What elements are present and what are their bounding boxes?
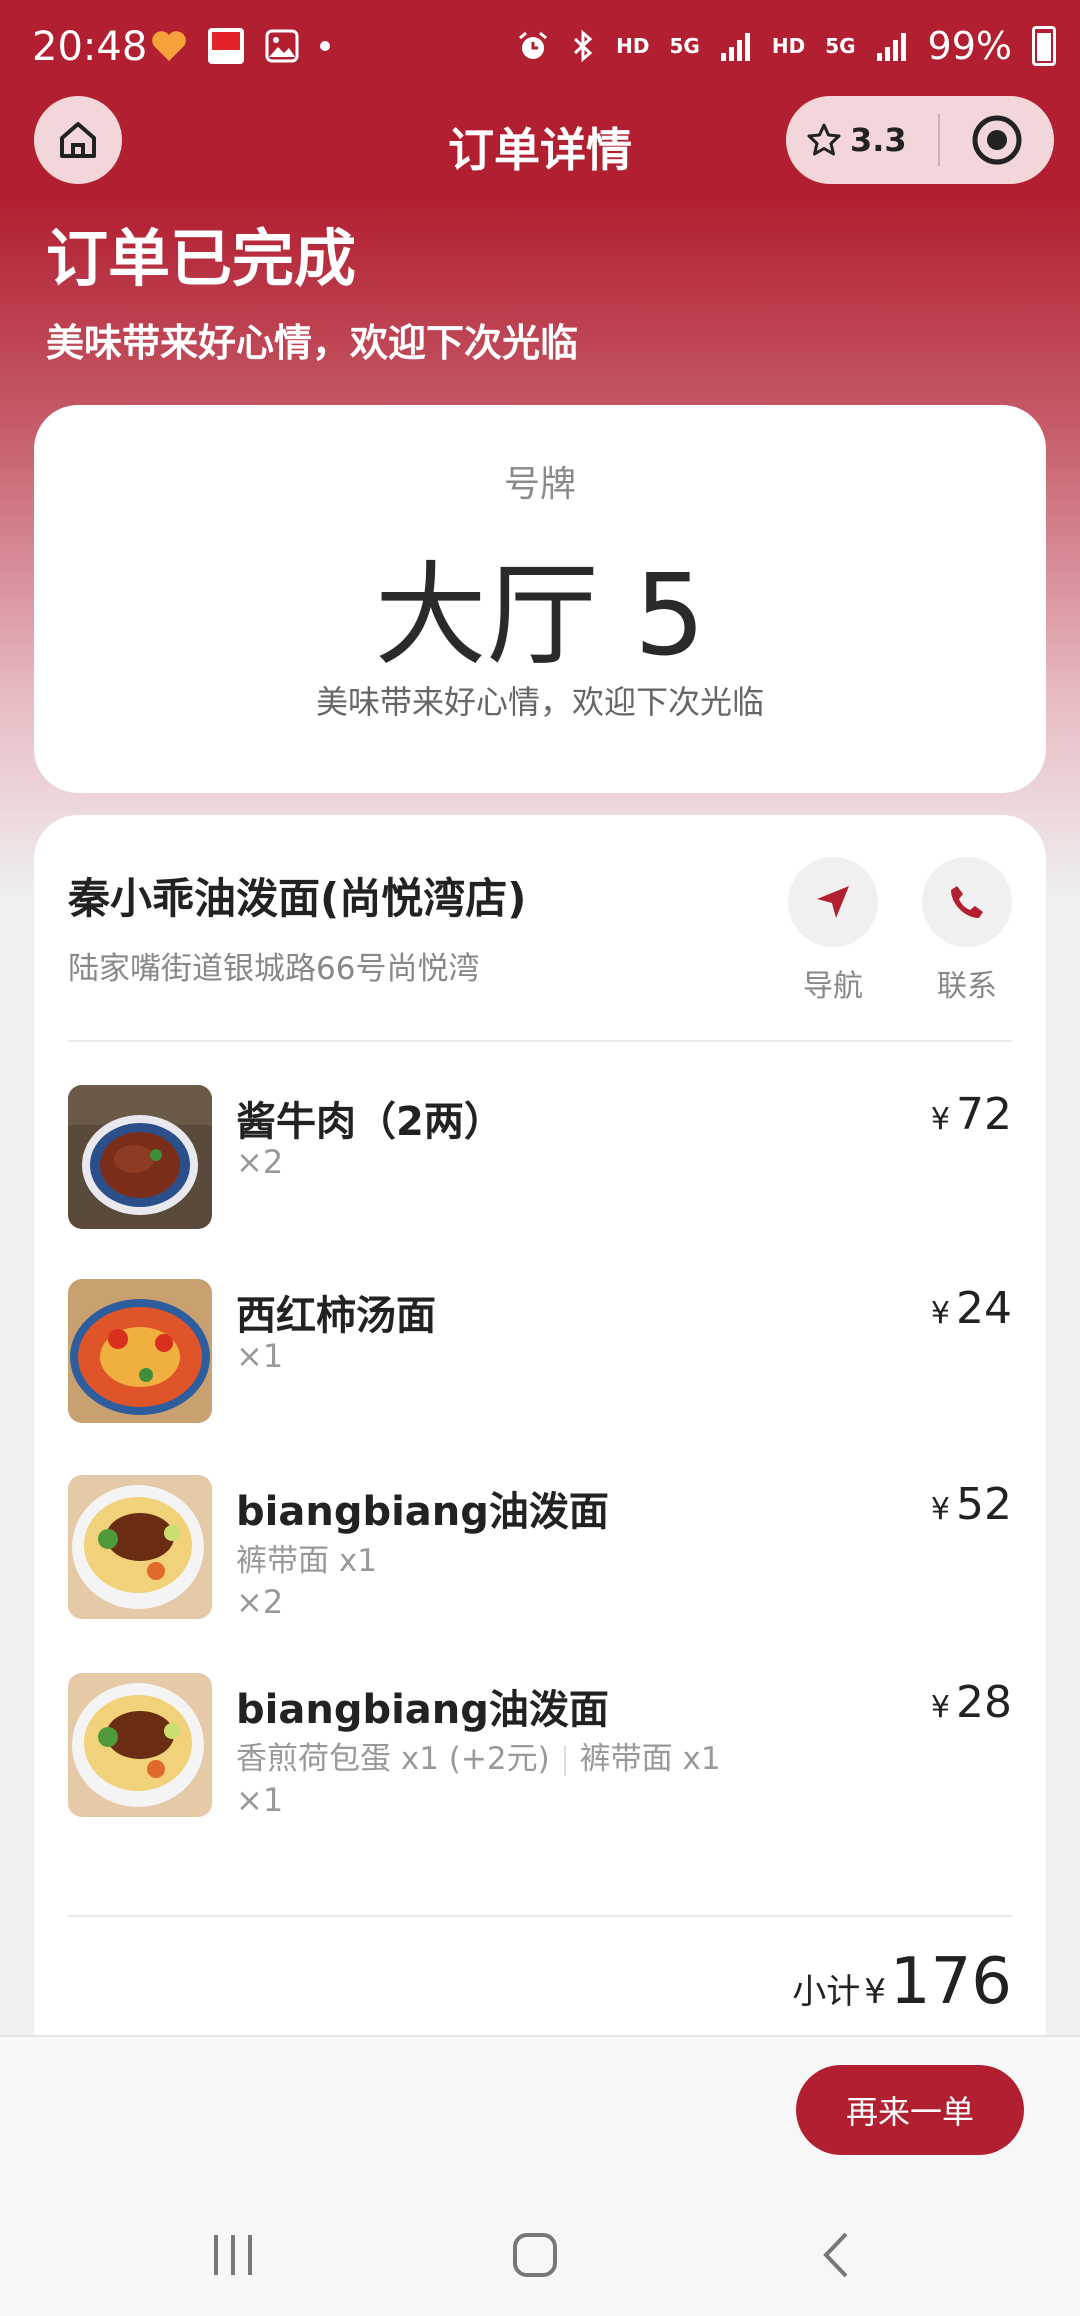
star-icon xyxy=(807,123,841,156)
item-name: biangbiang油泼面 xyxy=(236,1687,609,1733)
spec-option: 香煎荷包蛋 x1 (+2元) xyxy=(236,1741,550,1777)
reorder-button[interactable]: 再来一单 xyxy=(796,2065,1024,2155)
phone-icon xyxy=(951,886,983,918)
mini-program-capsule: 3.3 xyxy=(786,96,1054,184)
status-time: 20:48 xyxy=(32,24,148,70)
network-label-1: 5G xyxy=(669,34,700,58)
rating-button[interactable]: 3.3 xyxy=(786,121,938,159)
heart-app-icon xyxy=(152,31,186,61)
item-name: 酱牛肉（2两） xyxy=(236,1099,504,1145)
target-icon xyxy=(972,115,1022,165)
oil-noodle-thumbnail xyxy=(68,1673,212,1817)
oil-noodle-thumbnail xyxy=(68,1475,212,1619)
currency-symbol: ¥ xyxy=(930,1296,950,1331)
recent-apps-icon xyxy=(214,2235,252,2275)
signal-icon-1 xyxy=(720,33,750,61)
order-status-subtitle: 美味带来好心情，欢迎下次光临 xyxy=(46,321,579,365)
tomato-noodle-thumbnail xyxy=(68,1279,212,1423)
store-divider xyxy=(68,1040,1012,1042)
home-system-button[interactable] xyxy=(490,2225,580,2285)
item-spec: 香煎荷包蛋 x1 (+2元) 裤带面 x1 xyxy=(236,1733,721,1778)
notification-icons xyxy=(150,26,332,66)
hd-label-1: HD xyxy=(616,34,650,58)
system-status: HD 5G HD 5G 99% xyxy=(516,24,1056,68)
subtotal-amount: 176 xyxy=(889,1945,1012,2019)
subtotal-currency: ¥ xyxy=(864,1972,886,2012)
order-detail-card: 秦小乖油泼面(尚悦湾店) 陆家嘴街道银城路66号尚悦湾 导航 联系 酱牛肉（2两… xyxy=(34,815,1046,2115)
home-square-icon xyxy=(513,2233,557,2277)
rating-value: 3.3 xyxy=(850,121,907,159)
contact-button[interactable]: 联系 xyxy=(922,857,1012,1005)
back-chevron-icon xyxy=(823,2232,848,2278)
battery-icon xyxy=(1032,26,1056,66)
store-address: 陆家嘴街道银城路66号尚悦湾 xyxy=(68,951,480,987)
item-name: biangbiang油泼面 xyxy=(236,1489,609,1535)
currency-symbol: ¥ xyxy=(930,1102,950,1137)
network-label-2: 5G xyxy=(825,34,856,58)
price-value: 52 xyxy=(956,1479,1012,1530)
back-button[interactable] xyxy=(792,2225,882,2285)
price-value: 24 xyxy=(956,1283,1012,1334)
recent-apps-button[interactable] xyxy=(188,2225,278,2285)
navigate-button[interactable]: 导航 xyxy=(788,857,878,1005)
item-spec: 裤带面 x1 xyxy=(236,1535,377,1580)
status-bar: 20:48 HD 5G HD 5G 99% xyxy=(0,0,1080,96)
app-notification-icon xyxy=(208,28,244,64)
item-price: ¥72 xyxy=(931,1089,1012,1140)
alarm-icon xyxy=(519,31,548,59)
spec-option: 裤带面 x1 xyxy=(579,1741,721,1777)
spec-option: 裤带面 x1 xyxy=(236,1543,377,1579)
item-quantity: ×2 xyxy=(236,1583,284,1621)
beef-dish-thumbnail xyxy=(68,1085,212,1229)
navigation-bar: 订单详情 3.3 xyxy=(0,96,1080,206)
hd-label-2: HD xyxy=(771,34,806,58)
subtotal-divider xyxy=(68,1915,1012,1917)
spec-separator xyxy=(563,1745,566,1776)
pickup-message: 美味带来好心情，欢迎下次光临 xyxy=(315,683,764,721)
order-item: 酱牛肉（2两） ×2 ¥72 xyxy=(68,1085,1012,1235)
subtotal: 小计 ¥176 xyxy=(792,1945,1012,2019)
dot-icon xyxy=(320,41,330,51)
price-value: 28 xyxy=(956,1677,1012,1728)
item-quantity: ×1 xyxy=(236,1337,284,1375)
currency-symbol: ¥ xyxy=(930,1690,950,1725)
currency-symbol: ¥ xyxy=(930,1492,950,1527)
battery-percent: 99% xyxy=(927,24,1012,68)
store-name: 秦小乖油泼面(尚悦湾店) xyxy=(68,874,527,923)
price-value: 72 xyxy=(956,1089,1012,1140)
gallery-icon xyxy=(265,29,299,63)
order-status-title: 订单已完成 xyxy=(46,222,357,295)
pickup-number-card: 号牌 大厅 5 美味带来好心情，欢迎下次光临 xyxy=(34,405,1046,793)
order-item: 西红柿汤面 ×1 ¥24 xyxy=(68,1279,1012,1429)
subtotal-label: 小计 xyxy=(792,1972,861,2012)
bluetooth-icon xyxy=(574,29,593,63)
navigate-icon-circle xyxy=(788,857,878,947)
item-quantity: ×2 xyxy=(236,1143,284,1181)
item-price: ¥52 xyxy=(931,1479,1012,1530)
item-price: ¥24 xyxy=(931,1283,1012,1334)
item-name: 西红柿汤面 xyxy=(236,1293,436,1339)
bottom-action-bar: 再来一单 xyxy=(0,2035,1080,2187)
item-quantity: ×1 xyxy=(236,1781,284,1819)
item-price: ¥28 xyxy=(931,1677,1012,1728)
signal-icon-2 xyxy=(876,33,906,61)
navigate-label: 导航 xyxy=(803,969,863,1004)
navigation-arrow-icon xyxy=(817,886,849,918)
contact-icon-circle xyxy=(922,857,1012,947)
system-navigation-bar xyxy=(0,2185,1080,2316)
order-item: biangbiang油泼面 香煎荷包蛋 x1 (+2元) 裤带面 x1 ×1 ¥2… xyxy=(68,1673,1012,1833)
pickup-number: 大厅 5 xyxy=(374,551,706,681)
close-mini-program-button[interactable] xyxy=(940,114,1054,166)
order-item: biangbiang油泼面 裤带面 x1 ×2 ¥52 xyxy=(68,1475,1012,1635)
pickup-label: 号牌 xyxy=(503,464,576,505)
contact-label: 联系 xyxy=(937,969,997,1004)
